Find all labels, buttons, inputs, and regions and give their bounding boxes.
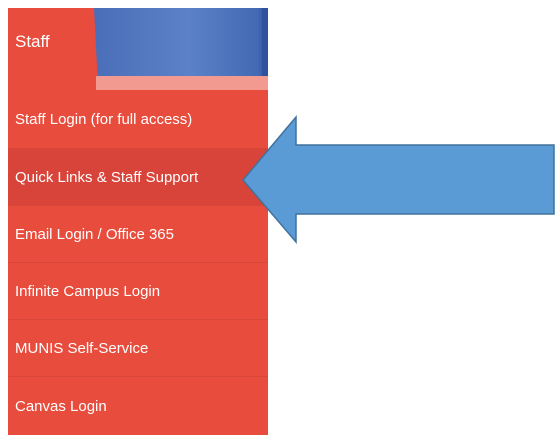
left-arrow-icon — [242, 114, 555, 245]
screenshot-stage: Staff Staff Login (for full access) Quic… — [0, 0, 558, 436]
arrow-shape — [242, 114, 555, 245]
